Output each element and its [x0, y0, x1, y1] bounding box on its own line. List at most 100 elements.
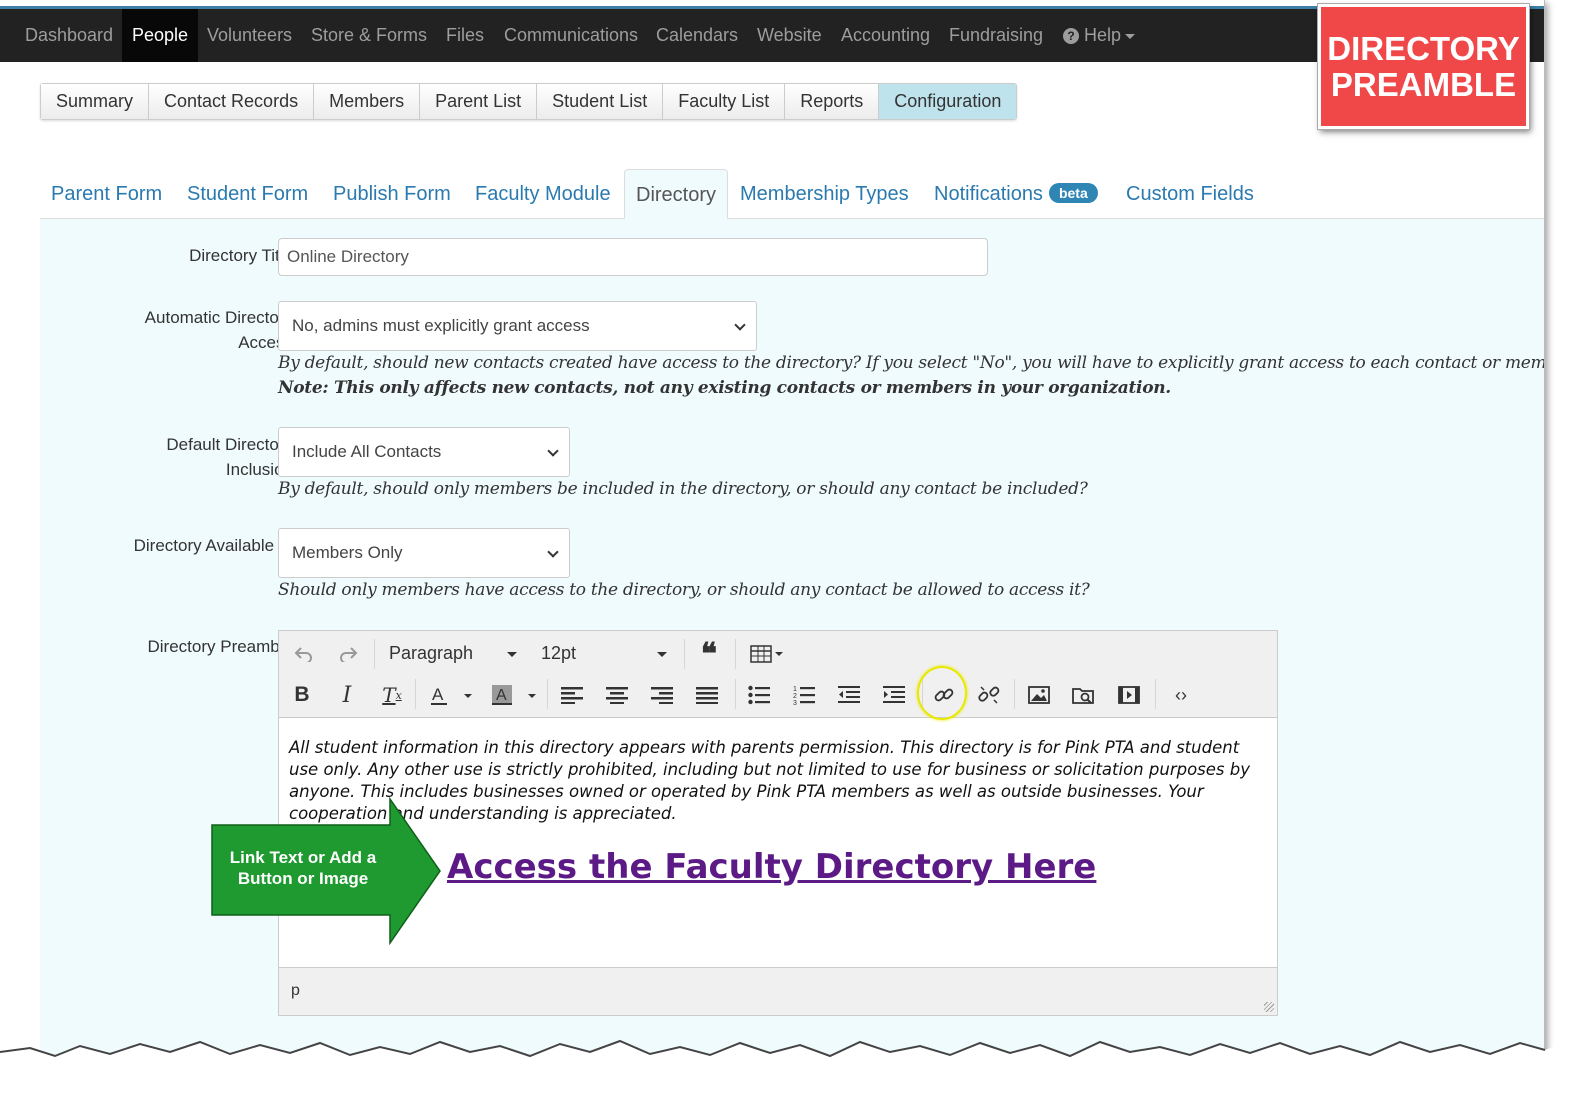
toolbar-separator	[735, 639, 736, 669]
caret-down-icon	[1125, 33, 1136, 39]
editor-toolbar: Paragraph 12pt ❝ B I Tx A A 1 2 3 ‹›	[279, 631, 1277, 718]
tab-publish-form[interactable]: Publish Form	[322, 169, 462, 219]
tab-custom-fields[interactable]: Custom Fields	[1115, 169, 1265, 219]
tab-membership-types[interactable]: Membership Types	[729, 169, 920, 219]
caret-down-icon	[657, 652, 667, 657]
format-select[interactable]: Paragraph	[389, 643, 519, 664]
auto-access-label-line1: Automatic Directory	[144, 308, 293, 327]
auto-access-help: By default, should new contacts created …	[278, 353, 1545, 373]
faculty-directory-link[interactable]: Access the Faculty Directory Here	[447, 847, 1096, 887]
font-size-select-value: 12pt	[541, 643, 577, 663]
directory-preamble-callout: DIRECTORY PREAMBLE	[1317, 3, 1530, 130]
available-selected: Members Only	[292, 543, 403, 562]
subnav-contact-records[interactable]: Contact Records	[149, 84, 315, 119]
bold-icon[interactable]: B	[289, 681, 315, 709]
nav-fundraising[interactable]: Fundraising	[939, 9, 1053, 62]
tab-parent-form[interactable]: Parent Form	[40, 169, 173, 219]
undo-icon[interactable]	[289, 641, 319, 667]
numbered-list-icon[interactable]: 123	[789, 681, 819, 709]
redo-icon[interactable]	[333, 641, 363, 667]
chevron-down-icon	[734, 319, 746, 331]
italic-icon[interactable]: I	[334, 681, 360, 709]
inclusion-selected: Include All Contacts	[292, 442, 442, 461]
tab-notifications-label: Notifications	[934, 183, 1043, 205]
tab-directory[interactable]: Directory	[624, 169, 729, 220]
nav-communications[interactable]: Communications	[494, 9, 648, 62]
image-icon[interactable]	[1024, 681, 1054, 709]
chevron-down-icon	[547, 546, 559, 558]
subnav-configuration[interactable]: Configuration	[879, 84, 1017, 119]
chevron-down-icon	[547, 445, 559, 457]
svg-text:3: 3	[793, 700, 797, 705]
nav-people[interactable]: People	[122, 9, 199, 62]
available-label: Directory Available to	[133, 536, 293, 555]
subnav-summary[interactable]: Summary	[41, 84, 150, 119]
nav-files[interactable]: Files	[436, 9, 494, 62]
nav-help[interactable]: ? Help	[1053, 9, 1145, 62]
toolbar-separator	[415, 679, 416, 709]
element-path: p	[291, 982, 300, 999]
clear-formatting-icon[interactable]: Tx	[379, 681, 405, 709]
subnav-parent-list[interactable]: Parent List	[420, 84, 538, 119]
auto-access-select[interactable]: No, admins must explicitly grant access	[278, 301, 757, 351]
beta-badge: beta	[1048, 182, 1098, 203]
auto-access-selected: No, admins must explicitly grant access	[292, 316, 590, 335]
callout-line2: PREAMBLE	[1330, 66, 1517, 103]
inclusion-label-line1: Default Directory	[166, 435, 293, 454]
toolbar-separator	[547, 679, 548, 709]
nav-website[interactable]: Website	[747, 9, 832, 62]
svg-text:2: 2	[793, 693, 797, 700]
page-card: Dashboard People Volunteers Store & Form…	[0, 0, 1545, 1070]
font-size-select[interactable]: 12pt	[541, 643, 671, 664]
align-left-icon[interactable]	[557, 681, 587, 709]
top-navbar: Dashboard People Volunteers Store & Form…	[0, 6, 1544, 62]
blockquote-icon[interactable]: ❝	[694, 637, 724, 672]
align-justify-icon[interactable]	[692, 681, 722, 709]
annotation-line1: Link Text or Add a	[229, 848, 377, 867]
annotation-line2: Button or Image	[237, 869, 369, 888]
nav-volunteers[interactable]: Volunteers	[197, 9, 302, 62]
unlink-icon[interactable]	[974, 681, 1004, 709]
align-right-icon[interactable]	[647, 681, 677, 709]
configuration-tabs: Parent Form Student Form Publish Form Fa…	[40, 169, 1544, 220]
background-color-icon[interactable]: A	[489, 681, 541, 709]
people-subnav: Summary Contact Records Members Parent L…	[40, 83, 1018, 120]
preamble-label: Directory Preamble	[147, 637, 294, 656]
toolbar-separator	[374, 639, 375, 669]
source-code-icon[interactable]: ‹›	[1166, 681, 1196, 709]
indent-icon[interactable]	[879, 681, 909, 709]
svg-text:A: A	[496, 687, 507, 704]
annotation-arrow-text: Link Text or Add a Button or Image	[214, 847, 392, 889]
nav-accounting[interactable]: Accounting	[831, 9, 940, 62]
subnav-faculty-list[interactable]: Faculty List	[663, 84, 786, 119]
available-select[interactable]: Members Only	[278, 528, 570, 578]
question-circle-icon: ?	[1063, 28, 1079, 45]
subnav-student-list[interactable]: Student List	[537, 84, 664, 119]
toolbar-separator	[735, 679, 736, 709]
inclusion-help: By default, should only members be inclu…	[278, 479, 1088, 499]
inclusion-select[interactable]: Include All Contacts	[278, 427, 570, 477]
tab-student-form[interactable]: Student Form	[176, 169, 319, 219]
toolbar-separator	[1155, 679, 1156, 709]
bullet-list-icon[interactable]	[744, 681, 774, 709]
directory-title-input[interactable]	[278, 238, 988, 276]
table-icon[interactable]	[747, 641, 787, 667]
subnav-members[interactable]: Members	[314, 84, 421, 119]
media-icon[interactable]	[1114, 681, 1144, 709]
subnav-reports[interactable]: Reports	[785, 84, 880, 119]
align-center-icon[interactable]	[602, 681, 632, 709]
tab-faculty-module[interactable]: Faculty Module	[464, 169, 622, 219]
toolbar-separator	[684, 639, 685, 669]
resize-handle-icon[interactable]	[1264, 1002, 1274, 1012]
svg-text:A: A	[432, 685, 444, 704]
available-help: Should only members have access to the d…	[278, 580, 1090, 600]
tab-notifications[interactable]: Notifications beta	[923, 169, 1109, 219]
nav-help-label: Help	[1084, 25, 1122, 45]
text-color-icon[interactable]: A	[427, 681, 475, 709]
file-browser-icon[interactable]	[1069, 681, 1099, 709]
nav-dashboard[interactable]: Dashboard	[15, 9, 123, 62]
outdent-icon[interactable]	[834, 681, 864, 709]
nav-store-forms[interactable]: Store & Forms	[301, 9, 437, 62]
nav-calendars[interactable]: Calendars	[646, 9, 748, 62]
link-button-highlight	[917, 666, 967, 720]
